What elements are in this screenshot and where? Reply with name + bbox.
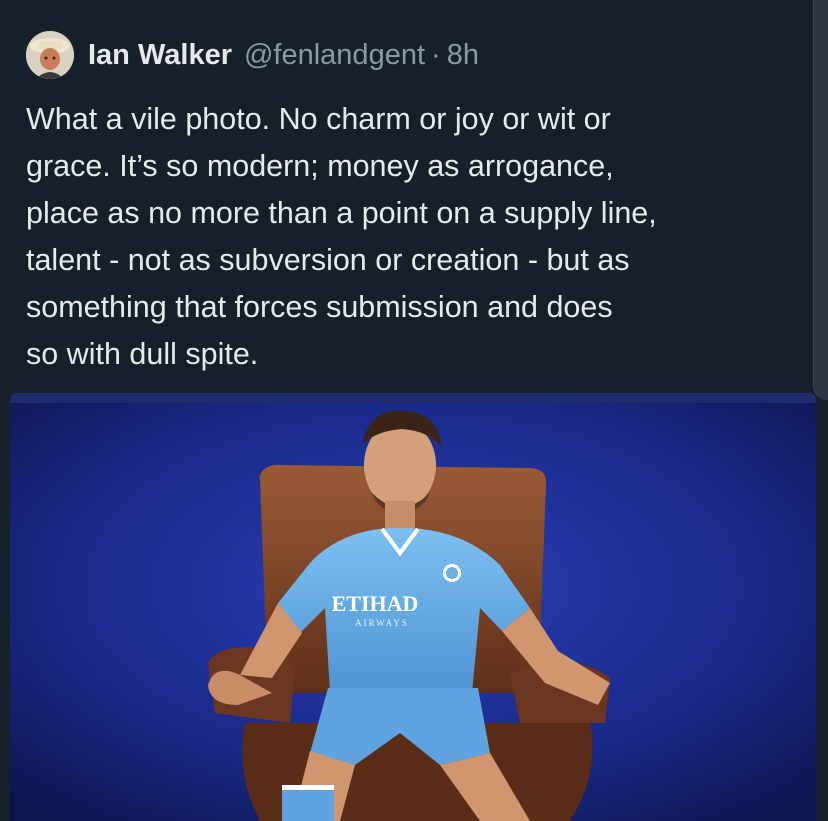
sponsor-line-1: ETIHAD — [332, 591, 419, 616]
tweet-header: Ian Walker @fenlandgent · 8h — [26, 30, 479, 80]
meta-separator: · — [431, 38, 441, 71]
author-handle[interactable]: @fenlandgent — [244, 39, 425, 72]
tweet-text-line: something that forces submission and doe… — [26, 290, 613, 324]
tweet-timestamp[interactable]: 8h — [447, 39, 479, 72]
tweet-text-line: place as no more than a point on a suppl… — [26, 196, 657, 230]
tweet-text-line: so with dull spite. — [26, 337, 259, 371]
tweet-text-line: What a vile photo. No charm or joy or wi… — [26, 102, 611, 136]
tweet-text-line: talent - not as subversion or creation -… — [26, 243, 630, 277]
author-display-name[interactable]: Ian Walker — [88, 39, 232, 72]
scrollbar-edge — [813, 0, 828, 400]
sponsor-line-2: AIRWAYS — [355, 618, 409, 628]
photo-illustration: ETIHAD AIRWAYS — [10, 393, 816, 821]
tweet-text-line: grace. It’s so modern; money as arroganc… — [26, 149, 614, 183]
tweet-media-photo[interactable]: ETIHAD AIRWAYS — [10, 393, 816, 821]
tweet-card[interactable]: Ian Walker @fenlandgent · 8h What a vile… — [0, 0, 828, 821]
left-sock — [282, 785, 334, 821]
tweet-text: What a vile photo. No charm or joy or wi… — [26, 96, 796, 378]
avatar-image — [26, 31, 74, 79]
user-avatar[interactable] — [26, 31, 74, 79]
